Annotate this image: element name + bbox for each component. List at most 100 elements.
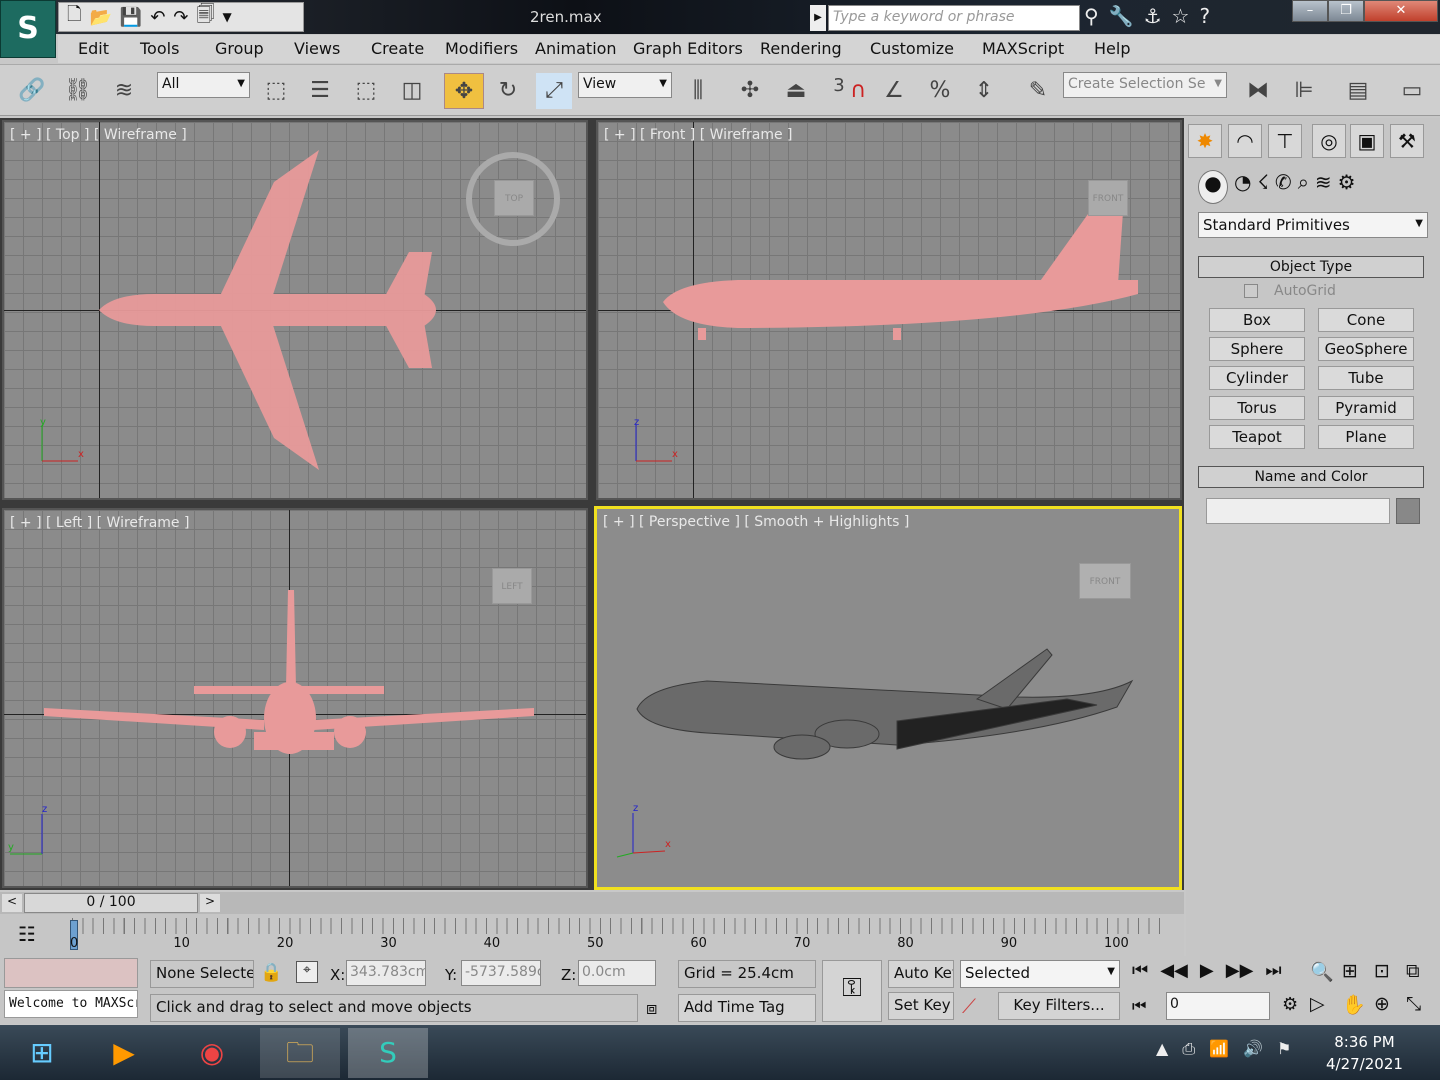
systems-icon[interactable]: ⚙ bbox=[1338, 170, 1356, 204]
maxscript-mini-listener[interactable]: Welcome to MAXScript bbox=[4, 990, 138, 1018]
hierarchy-tab-icon[interactable]: ⊤ bbox=[1268, 124, 1302, 158]
orbit-icon[interactable]: ⊕ bbox=[1374, 993, 1406, 1016]
clock[interactable]: 8:36 PM 4/27/2021 bbox=[1326, 1031, 1403, 1075]
snap-magnet-icon[interactable]: ∩ bbox=[846, 73, 870, 109]
mirror-icon[interactable]: ⧓ bbox=[1240, 73, 1276, 109]
selection-filter-dropdown[interactable]: All bbox=[157, 72, 250, 98]
key-mode-toggle-icon[interactable]: ⏮ bbox=[1132, 996, 1146, 1016]
space-warps-icon[interactable]: ≋ bbox=[1315, 170, 1332, 204]
menu-modifiers[interactable]: Modifiers bbox=[445, 39, 518, 58]
tray-app-icon[interactable]: ⎙ bbox=[1182, 1039, 1195, 1059]
menu-tools[interactable]: Tools bbox=[140, 39, 179, 58]
maximize-viewport-icon[interactable]: ⤡ bbox=[1406, 993, 1438, 1016]
new-file-icon[interactable]: 🗋 bbox=[67, 2, 81, 32]
close-button[interactable]: ✕ bbox=[1364, 0, 1438, 22]
named-selection-dropdown[interactable]: Create Selection Se bbox=[1063, 72, 1227, 98]
search-expand-icon[interactable]: ▶ bbox=[810, 5, 826, 31]
action-center-icon[interactable]: ⚑ bbox=[1277, 1039, 1291, 1059]
z-coordinate-input[interactable]: 0.0cm bbox=[578, 960, 656, 986]
geosphere-button[interactable]: GeoSphere bbox=[1318, 337, 1414, 361]
zoom-all-icon[interactable]: ⊞ bbox=[1342, 960, 1374, 983]
geometry-icon[interactable]: ● bbox=[1198, 170, 1228, 204]
cameras-icon[interactable]: ✆ bbox=[1275, 170, 1292, 204]
maximize-button[interactable]: ❐ bbox=[1328, 0, 1364, 22]
shapes-icon[interactable]: ◔ bbox=[1234, 170, 1251, 204]
go-to-end-icon[interactable]: ⏭ bbox=[1265, 960, 1281, 981]
select-manipulate-icon[interactable]: ✣ bbox=[732, 73, 768, 109]
box-button[interactable]: Box bbox=[1209, 308, 1305, 332]
time-slider-thumb[interactable]: 0 / 100 bbox=[24, 893, 198, 913]
set-key-button[interactable]: Set Key bbox=[888, 992, 954, 1020]
help-icon[interactable]: ? bbox=[1199, 4, 1210, 28]
key-mode-dropdown[interactable]: Selected bbox=[960, 960, 1120, 988]
menu-maxscript[interactable]: MAXScript bbox=[982, 39, 1064, 58]
zoom-extents-all-icon[interactable]: ⧉ bbox=[1406, 960, 1438, 983]
viewcube[interactable]: FRONT bbox=[1079, 563, 1131, 599]
layer-manager-icon[interactable]: ▤ bbox=[1340, 73, 1376, 109]
keyboard-shortcut-override-icon[interactable]: ⏏ bbox=[778, 73, 814, 109]
menu-create[interactable]: Create bbox=[371, 39, 424, 58]
time-configuration-icon[interactable]: ⚙ bbox=[1282, 994, 1298, 1015]
select-and-rotate-icon[interactable]: ↻ bbox=[490, 73, 526, 109]
viewport-front[interactable]: [ + ] [ Front ] [ Wireframe ] FRONT xz bbox=[596, 120, 1182, 500]
set-key-icon[interactable]: ⚿ bbox=[822, 960, 882, 1022]
select-by-name-icon[interactable]: ☰ bbox=[302, 73, 338, 109]
customize-dropdown-icon[interactable]: ▼ bbox=[223, 10, 232, 24]
object-type-rollout[interactable]: Object Type bbox=[1198, 256, 1424, 278]
next-frame-icon[interactable]: > bbox=[200, 894, 220, 912]
key-icon[interactable]: 🔧 bbox=[1109, 4, 1134, 28]
reference-coordinate-dropdown[interactable]: View bbox=[578, 72, 672, 98]
edit-named-selection-icon[interactable]: ✎ bbox=[1020, 73, 1056, 109]
viewport-left[interactable]: [ + ] [ Left ] [ Wireframe ] LEFT zy bbox=[2, 508, 588, 888]
link-icon[interactable]: 🔗 bbox=[14, 73, 50, 109]
object-name-input[interactable] bbox=[1206, 498, 1390, 524]
star-icon[interactable]: ☆ bbox=[1172, 4, 1190, 28]
viewcube[interactable]: TOP bbox=[494, 180, 534, 216]
search-input[interactable]: Type a keyword or phrase bbox=[828, 5, 1080, 31]
menu-edit[interactable]: Edit bbox=[78, 39, 109, 58]
rectangular-selection-icon[interactable]: ⬚ bbox=[348, 73, 384, 109]
select-and-scale-icon[interactable]: ⤢ bbox=[536, 73, 572, 109]
name-and-color-rollout[interactable]: Name and Color bbox=[1198, 466, 1424, 488]
zoom-icon[interactable]: 🔍 bbox=[1310, 960, 1342, 983]
menu-graph-editors[interactable]: Graph Editors bbox=[633, 39, 743, 58]
menu-help[interactable]: Help bbox=[1094, 39, 1130, 58]
project-folder-icon[interactable]: 🗐 bbox=[197, 2, 215, 32]
current-frame-input[interactable]: 0 bbox=[1166, 992, 1270, 1020]
helpers-icon[interactable]: ⌕ bbox=[1298, 170, 1309, 204]
y-coordinate-input[interactable]: -5737.589cm bbox=[461, 960, 541, 986]
pan-icon[interactable]: ✋ bbox=[1342, 993, 1374, 1016]
cone-button[interactable]: Cone bbox=[1318, 308, 1414, 332]
viewport-perspective[interactable]: [ + ] [ Perspective ] [ Smooth + Highlig… bbox=[594, 506, 1182, 890]
select-object-icon[interactable]: ⬚ bbox=[258, 73, 294, 109]
file-explorer-icon[interactable]: 🗀 bbox=[260, 1028, 340, 1078]
cylinder-button[interactable]: Cylinder bbox=[1209, 366, 1305, 390]
modify-tab-icon[interactable]: ◠ bbox=[1228, 124, 1262, 158]
sphere-button[interactable]: Sphere bbox=[1209, 337, 1305, 361]
play-icon[interactable]: ▶ bbox=[1200, 960, 1214, 981]
save-icon[interactable]: 💾 bbox=[120, 7, 142, 28]
bind-space-warp-icon[interactable]: ≋ bbox=[106, 73, 142, 109]
menu-rendering[interactable]: Rendering bbox=[760, 39, 842, 58]
autogrid-checkbox[interactable] bbox=[1244, 284, 1258, 298]
spinner-snap-icon[interactable]: ⇕ bbox=[966, 73, 1002, 109]
maxscript-listener-pink[interactable] bbox=[4, 958, 138, 988]
graphite-ribbon-icon[interactable]: ▭ bbox=[1394, 73, 1430, 109]
auto-key-button[interactable]: Auto Key bbox=[888, 960, 954, 988]
track-bar[interactable]: ☷ 0 10 20 30 40 50 60 70 80 90 100 bbox=[0, 914, 1184, 956]
teapot-button[interactable]: Teapot bbox=[1209, 425, 1305, 449]
field-of-view-icon[interactable]: ▷ bbox=[1310, 993, 1342, 1016]
chrome-icon[interactable]: ◉ bbox=[172, 1028, 252, 1078]
selection-lock-icon[interactable]: 🔒 bbox=[260, 962, 282, 983]
next-frame-icon[interactable]: ▶▶ bbox=[1226, 960, 1254, 981]
minimize-button[interactable]: – bbox=[1292, 0, 1328, 22]
undo-icon[interactable]: ↶ bbox=[150, 7, 165, 28]
percent-snap-icon[interactable]: % bbox=[922, 73, 958, 109]
previous-frame-icon[interactable]: ◀◀ bbox=[1160, 960, 1188, 981]
align-icon[interactable]: ⊫ bbox=[1286, 73, 1322, 109]
viewcube[interactable]: LEFT bbox=[492, 568, 532, 604]
binoculars-icon[interactable]: ⚲ bbox=[1084, 4, 1099, 28]
window-crossing-icon[interactable]: ◫ bbox=[394, 73, 430, 109]
3dsmax-taskbar-icon[interactable]: S bbox=[348, 1028, 428, 1078]
media-player-icon[interactable]: ▶ bbox=[84, 1028, 164, 1078]
